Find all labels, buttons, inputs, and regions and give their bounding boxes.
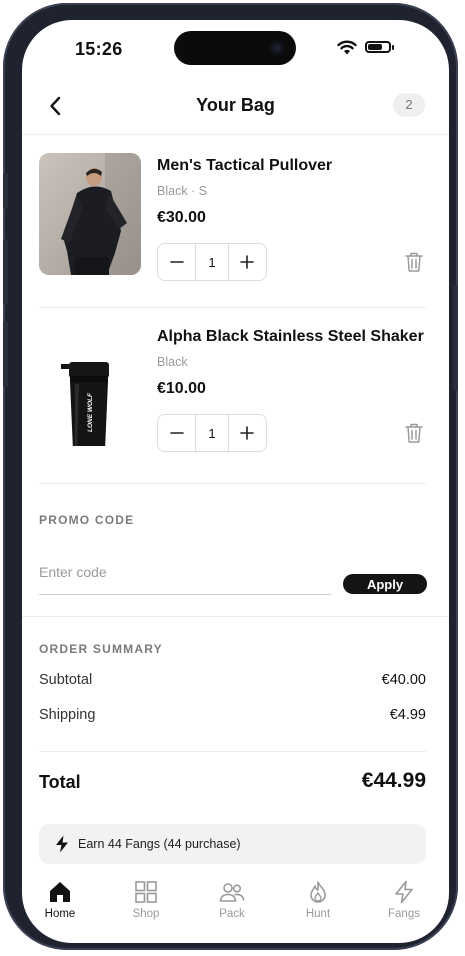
trash-icon[interactable] [404, 251, 424, 273]
flame-icon [310, 881, 326, 903]
cart-item: LONE WOLF Alpha Black Stainless Steel Sh… [39, 307, 426, 478]
battery-icon [365, 41, 394, 53]
minus-icon [169, 261, 184, 263]
pullover-product-image[interactable] [39, 153, 141, 275]
tab-label: Pack [219, 908, 245, 920]
product-name[interactable]: Men's Tactical Pullover [157, 157, 332, 175]
shaker-product-image[interactable]: LONE WOLF [39, 324, 141, 446]
shipping-label: Shipping [39, 707, 96, 723]
bolt-icon [56, 835, 68, 853]
product-variant: Black [157, 355, 188, 369]
product-name[interactable]: Alpha Black Stainless Steel Shaker [157, 328, 424, 346]
tab-fangs[interactable]: Fangs [369, 880, 439, 920]
total-value: €44.99 [361, 769, 426, 792]
shipping-value: €4.99 [389, 707, 426, 723]
apply-promo-button[interactable]: Apply [343, 574, 427, 594]
cart-item: Men's Tactical Pullover Black · S €30.00… [39, 137, 426, 307]
tab-home[interactable]: Home [25, 880, 95, 920]
product-variant: Black · S [157, 184, 208, 198]
promo-code-input[interactable] [39, 550, 331, 595]
divider [22, 616, 449, 617]
bolt-icon [395, 880, 413, 904]
tab-label: Hunt [305, 908, 331, 920]
power-button [453, 285, 458, 391]
users-icon [219, 883, 245, 902]
rewards-banner: Earn 44 Fangs (44 purchase) [39, 824, 426, 864]
rewards-text: Earn 44 Fangs (44 purchase) [78, 837, 241, 851]
increase-quantity-button[interactable] [229, 244, 266, 280]
decrease-quantity-button[interactable] [158, 415, 195, 451]
tab-label: Home [44, 908, 76, 920]
product-price: €10.00 [157, 380, 206, 397]
divider [39, 483, 426, 484]
dynamic-island [174, 31, 296, 65]
camera-icon [270, 41, 284, 55]
grid-icon [135, 881, 157, 903]
header: Your Bag 2 [22, 80, 449, 135]
bag-count-badge: 2 [393, 93, 425, 117]
trash-icon[interactable] [404, 422, 424, 444]
wifi-icon [337, 40, 357, 55]
increase-quantity-button[interactable] [229, 415, 266, 451]
phone-frame: 15:26 Your Bag 2 Men's Tactical Pullover… [3, 3, 458, 950]
tab-hunt[interactable]: Hunt [283, 880, 353, 920]
subtotal-value: €40.00 [381, 672, 426, 688]
status-bar: 15:26 [22, 20, 449, 76]
tab-label: Shop [132, 908, 160, 920]
bottle-brand-text: LONE WOLF [87, 392, 94, 432]
plus-icon [240, 255, 255, 269]
screen: 15:26 Your Bag 2 Men's Tactical Pullover… [22, 20, 449, 943]
tab-shop[interactable]: Shop [111, 880, 181, 920]
tab-pack[interactable]: Pack [197, 880, 267, 920]
tab-bar: Home Shop Pack Hunt Fangs [22, 872, 449, 943]
plus-icon [240, 426, 255, 440]
total-row: Total €44.99 [39, 769, 426, 793]
volume-up-button [3, 239, 8, 305]
home-icon [50, 882, 70, 902]
status-time: 15:26 [75, 39, 123, 59]
volume-down-button [3, 321, 8, 387]
quantity-stepper: 1 [157, 243, 267, 281]
decrease-quantity-button[interactable] [158, 244, 195, 280]
product-price: €30.00 [157, 209, 206, 226]
quantity-stepper: 1 [157, 414, 267, 452]
quantity-value: 1 [195, 415, 229, 451]
subtotal-label: Subtotal [39, 672, 93, 688]
shipping-row: Shipping €4.99 [39, 707, 426, 723]
total-label: Total [39, 772, 81, 792]
promo-code-label: PROMO CODE [39, 513, 135, 527]
quantity-value: 1 [195, 244, 229, 280]
minus-icon [169, 432, 184, 434]
subtotal-row: Subtotal €40.00 [39, 672, 426, 688]
divider [39, 751, 426, 752]
order-summary-label: ORDER SUMMARY [39, 642, 163, 656]
action-button [3, 173, 8, 209]
page-title: Your Bag [196, 95, 275, 115]
tab-label: Fangs [388, 908, 420, 920]
